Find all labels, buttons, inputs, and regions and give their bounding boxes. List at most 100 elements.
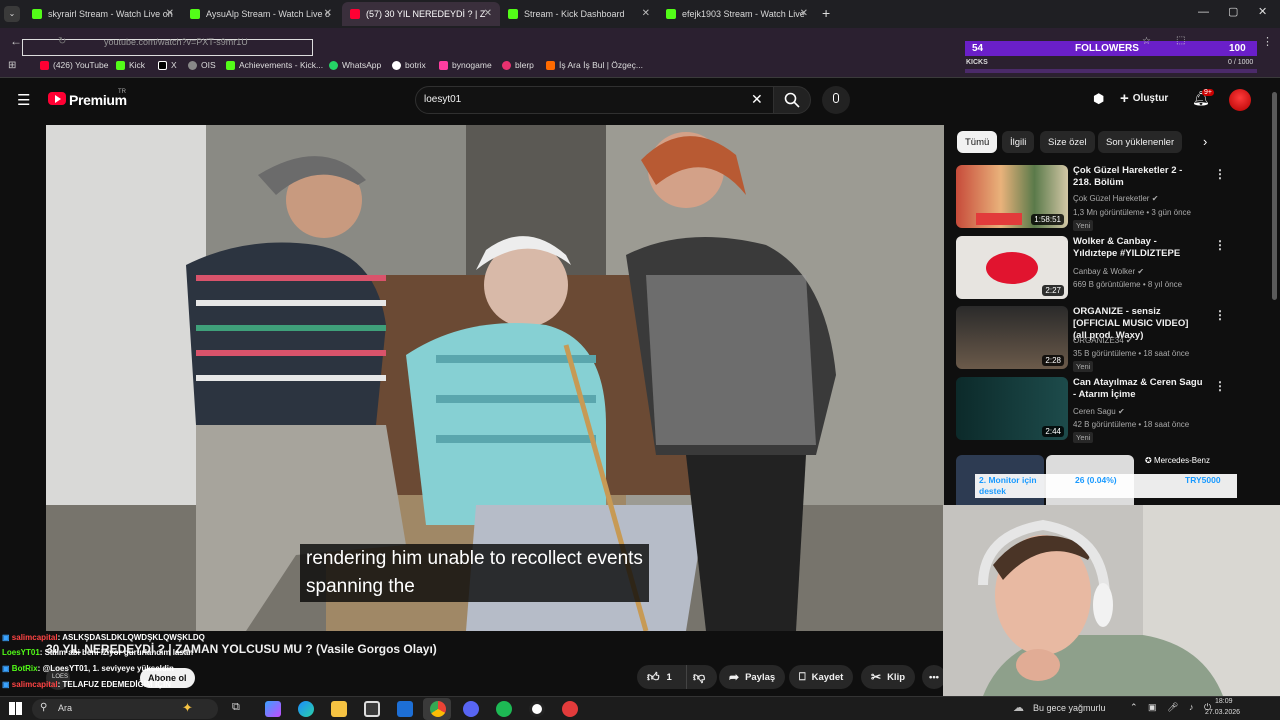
microphone-icon (833, 93, 839, 103)
chips-next-icon[interactable]: › (1203, 134, 1207, 149)
search-input[interactable]: loesyt01 ✕ (415, 86, 775, 114)
copilot-icon[interactable] (265, 701, 281, 717)
spotify-icon[interactable] (496, 701, 512, 717)
video-thumbnail[interactable]: 2:28 (956, 306, 1068, 369)
tray-icons[interactable]: ⌃ ▣ 🎤︎ ♪ ⏻ (1130, 702, 1215, 713)
globe-icon (188, 60, 197, 70)
chip-recent[interactable]: Son yüklenenler (1098, 131, 1183, 153)
tab-aysualp[interactable]: AysuAlp Stream - Watch Live o ✕ (182, 2, 340, 26)
search-icon: ⚲ (40, 702, 48, 713)
close-tab-icon[interactable]: ✕ (166, 8, 174, 19)
youtube-icon (40, 60, 49, 70)
video-thumbnail[interactable]: 1:58:51 (956, 165, 1068, 228)
store-icon[interactable] (364, 701, 380, 717)
apps-grid-icon[interactable]: ⊞ (8, 60, 16, 71)
related-video-card[interactable]: 2:28 ORGANIZE - sensiz [OFFICIAL MUSIC V… (956, 306, 1236, 372)
obs-icon[interactable] (529, 701, 545, 717)
close-window-icon[interactable]: ✕ (1258, 5, 1267, 18)
bookmark-botrix[interactable]: botrix (392, 60, 426, 70)
voice-search-button[interactable] (822, 86, 850, 114)
video-duration: 2:28 (1042, 355, 1064, 366)
file-explorer-icon[interactable] (331, 701, 347, 717)
hamburger-menu-icon[interactable]: ☰ (17, 91, 30, 109)
close-tab-icon[interactable]: ✕ (484, 8, 492, 19)
related-video-card[interactable]: 2:27 Wolker & Canbay - Yıldıztepe #YILDI… (956, 236, 1236, 300)
start-windows-icon[interactable] (9, 702, 22, 715)
share-button[interactable]: ➦ Paylaş (719, 665, 786, 689)
share-icon: ➦ (729, 670, 740, 684)
video-duration: 2:44 (1042, 426, 1064, 437)
app-icon[interactable] (562, 701, 578, 717)
mail-icon[interactable] (397, 701, 413, 717)
search-icon (784, 92, 800, 108)
close-tab-icon[interactable]: ✕ (642, 8, 650, 19)
clip-button[interactable]: ✂ Klip (861, 665, 916, 689)
minimize-icon[interactable]: — (1198, 6, 1209, 18)
kicks-count: 54 (972, 43, 984, 54)
create-button[interactable]: + Oluştur (1120, 90, 1168, 107)
taskbar-search[interactable]: ⚲ Ara ✦ (32, 699, 218, 719)
weather-icon: ☁ (1013, 702, 1024, 714)
edge-icon[interactable] (298, 701, 314, 717)
more-dots-icon: ••• (929, 671, 939, 683)
save-button[interactable]: ⎕ Kaydet (789, 665, 854, 689)
menu-dots-icon[interactable]: ⋮ (1262, 35, 1273, 48)
dislike-button[interactable]: 👎︎ (686, 665, 712, 689)
tab-youtube-active[interactable]: (57) 30 YIL NEREDEYDİ ? | Z ✕ (342, 2, 500, 26)
close-tab-icon[interactable]: ✕ (324, 8, 332, 19)
channel-name: Canbay & Wolker ✔ (1073, 267, 1145, 276)
chat-text: : TELAFUZ EDEMEDİĞİM İÇİN (57, 680, 171, 689)
thumbnail-tag (976, 213, 1022, 225)
channel-name: ORGANIZE34 ✔ (1073, 336, 1133, 345)
bookmark-star-icon[interactable]: ☆ (1142, 36, 1151, 47)
bookmark-blerp[interactable]: blerp (502, 60, 534, 70)
more-options-icon[interactable]: ⋮ (1214, 379, 1226, 393)
tab-list-icon[interactable]: ⌄ (4, 6, 20, 22)
related-video-card[interactable]: 1:58:51 Çok Güzel Hareketler 2 - 218. Bö… (956, 165, 1236, 231)
search-button[interactable] (773, 86, 811, 114)
bookmark-isara[interactable]: İş Ara İş Bul | Özgeç... (546, 60, 643, 70)
extensions-icon[interactable]: ⬚ (1176, 35, 1185, 46)
reload-icon[interactable]: ↻ (58, 36, 66, 47)
tab-kick-dashboard[interactable]: Stream - Kick Dashboard ✕ (500, 2, 658, 26)
bookmark-bynogame[interactable]: bynogame (439, 60, 492, 70)
task-view-icon[interactable]: ⧉ (232, 701, 248, 717)
tab-efejk1903[interactable]: efejk1903 Stream - Watch Live ✕ (658, 2, 816, 26)
more-options-icon[interactable]: ⋮ (1214, 167, 1226, 181)
related-video-card[interactable]: 2:44 Can Atayılmaz & Ceren Sagu - Atarım… (956, 377, 1236, 443)
bookmark-ois[interactable]: OIS (188, 60, 216, 70)
back-icon[interactable]: ← (10, 34, 22, 48)
chip-for-you[interactable]: Size özel (1040, 131, 1095, 153)
video-player[interactable]: rendering him unable to recollect events… (46, 125, 944, 631)
page-scrollbar[interactable] (1272, 92, 1277, 300)
chip-related[interactable]: İlgili (1002, 131, 1035, 153)
bookmark-kick[interactable]: Kick (116, 60, 145, 70)
video-thumbnail[interactable]: 2:27 (956, 236, 1068, 299)
clock-date[interactable]: 27.03.2026 (1205, 709, 1240, 716)
account-avatar[interactable] (1229, 89, 1251, 111)
more-options-icon[interactable]: ⋮ (1214, 308, 1226, 322)
subtitle-line-2: spanning the (306, 576, 415, 597)
clear-search-icon[interactable]: ✕ (751, 91, 763, 108)
chat-user: salimcapital (11, 633, 58, 642)
maximize-icon[interactable]: ▢ (1228, 5, 1238, 18)
youtube-logo-icon[interactable] (48, 92, 66, 105)
chat-message: LoesYT01: Salim abi beni iziyor gururlan… (2, 648, 193, 657)
chrome-icon[interactable] (430, 701, 446, 717)
subtitle-box: rendering him unable to recollect events… (300, 544, 649, 602)
video-thumbnail[interactable]: 2:44 (956, 377, 1068, 440)
bookmark-x[interactable]: X (158, 60, 177, 70)
bookmark-whatsapp[interactable]: WhatsApp (329, 60, 381, 70)
kick-favicon-icon (666, 9, 676, 19)
chip-all[interactable]: Tümü (957, 131, 998, 153)
clock-time[interactable]: 18:09 (1215, 698, 1233, 705)
more-options-icon[interactable]: ⋮ (1214, 238, 1226, 252)
new-tab-icon[interactable]: + (822, 5, 830, 21)
chat-text: : @LoesYT01, 1. seviyeye yükseldin (37, 664, 174, 673)
bookmark-youtube[interactable]: (426) YouTube (40, 60, 108, 70)
discord-icon[interactable] (463, 701, 479, 717)
bookmark-achievements[interactable]: Achievements - Kick... (226, 60, 323, 70)
cast-icon[interactable]: ⬢ (1093, 91, 1104, 107)
tab-skyrairl[interactable]: skyrairl Stream - Watch Live on ✕ (24, 2, 182, 26)
close-tab-icon[interactable]: ✕ (800, 8, 808, 19)
